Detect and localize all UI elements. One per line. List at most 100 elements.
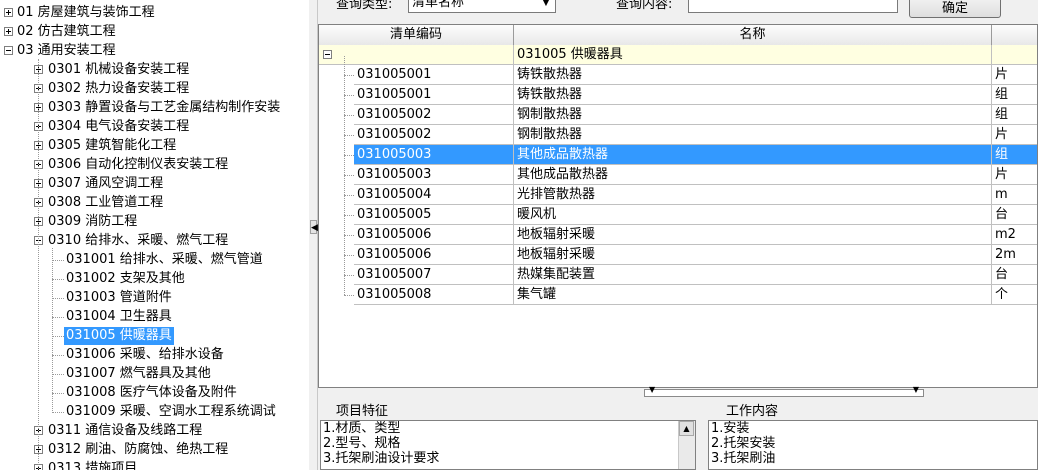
tree-connector — [52, 393, 64, 394]
confirm-button[interactable]: 确定 — [909, 0, 1001, 18]
tree-node[interactable]: 0311 通信设备及线路工程 — [0, 422, 309, 440]
chevron-left-icon[interactable]: ◀ — [310, 220, 318, 234]
row-connector — [344, 75, 354, 76]
panel-splitter[interactable]: ◀ — [309, 0, 318, 470]
tree-node[interactable]: 03 通用安装工程 — [0, 42, 309, 60]
tree-connector — [52, 248, 53, 413]
chevron-down-icon[interactable]: ▼ — [539, 0, 553, 10]
cell-unit: 片 — [992, 125, 1037, 145]
tree-connector — [52, 412, 64, 413]
row-connector — [344, 155, 354, 156]
query-content-input[interactable] — [688, 0, 898, 13]
tree-node[interactable]: 031004 卫生器具 — [0, 308, 309, 326]
grid-row[interactable]: 031005001 铸铁散热器片 — [319, 65, 1037, 85]
tree-node[interactable]: 02 仿古建筑工程 — [0, 23, 309, 41]
row-connector — [344, 295, 354, 296]
grid-row[interactable]: 031005008 集气罐个 — [319, 285, 1037, 305]
tree-node[interactable]: 0312 刷油、防腐蚀、绝热工程 — [0, 441, 309, 459]
tree-node[interactable]: 031009 采暖、空调水工程系统调试 — [0, 403, 309, 421]
tree-node[interactable]: 0307 通风空调工程 — [0, 175, 309, 193]
row-connector — [344, 135, 354, 136]
tree-node-label: 02 仿古建筑工程 — [17, 24, 116, 39]
tree-connector — [52, 298, 64, 299]
collapse-icon[interactable] — [323, 50, 332, 59]
tree-node[interactable]: 0302 热力设备安装工程 — [0, 80, 309, 98]
features-line: 2.型号、规格 — [323, 436, 401, 451]
tree-node[interactable]: 031007 燃气器具及其他 — [0, 365, 309, 383]
work-line: 3.托架刷油 — [711, 451, 776, 466]
grid-row[interactable]: 031005007 热媒集配装置台 — [319, 265, 1037, 285]
tree-node[interactable]: 0313 措施项目 — [0, 460, 309, 470]
grid-row[interactable]: 031005005 暖风机台 — [319, 205, 1037, 225]
row-connector — [344, 255, 354, 256]
cell-unit: 组 — [992, 85, 1037, 105]
row-connector — [344, 215, 354, 216]
tree-node[interactable]: 031006 采暖、给排水设备 — [0, 346, 309, 364]
tree-node[interactable]: 0310 给排水、采暖、燃气工程 — [0, 232, 309, 250]
tree-connector — [52, 260, 64, 261]
tree-node-label: 0308 工业管道工程 — [48, 195, 164, 210]
tree-node[interactable]: 0306 自动化控制仪表安装工程 — [0, 156, 309, 174]
query-type-select[interactable]: 清单名称 ▼ — [408, 0, 556, 13]
grid-row[interactable]: 031005002 钢制散热器组 — [319, 105, 1037, 125]
tree-node-label: 031005 供暖器具 — [64, 327, 174, 345]
features-line: 1.材质、类型 — [323, 421, 401, 436]
cell-unit: 2m — [992, 245, 1037, 265]
collapse-icon[interactable] — [4, 46, 13, 55]
grid-row[interactable]: 031005004 光排管散热器 m — [319, 185, 1037, 205]
tree-node-label: 0309 消防工程 — [48, 214, 138, 229]
features-line: 3.托架刷油设计要求 — [323, 451, 440, 466]
query-content-label: 查询内容: — [616, 0, 673, 12]
tree-node[interactable]: 031001 给排水、采暖、燃气管道 — [0, 251, 309, 269]
tree-node[interactable]: 01 房屋建筑与装饰工程 — [0, 4, 309, 22]
cell-name: 钢制散热器 — [514, 105, 992, 125]
header-unit[interactable] — [992, 25, 1037, 45]
expand-icon[interactable] — [4, 8, 13, 17]
features-pane[interactable]: 1.材质、类型 2.型号、规格 3.托架刷油设计要求 ▲ — [320, 420, 696, 470]
scroll-up-icon[interactable]: ▲ — [679, 421, 694, 436]
cell-name: 其他成品散热器 — [514, 165, 992, 185]
grid-row[interactable]: 031005006 地板辐射采暖 2m — [319, 245, 1037, 265]
header-code[interactable]: 清单编码 — [319, 25, 514, 45]
tree-node[interactable]: 0309 消防工程 — [0, 213, 309, 231]
work-pane[interactable]: 1.安装 2.托架安装 3.托架刷油 — [708, 420, 1038, 470]
features-scrollbar[interactable]: ▲ — [678, 421, 695, 469]
tree-node-label: 0307 通风空调工程 — [48, 176, 164, 191]
cell-unit: 台 — [992, 205, 1037, 225]
group-row[interactable]: 031005 供暖器具 — [319, 45, 1037, 65]
cell-code: 031005001 — [354, 65, 514, 85]
tree-node[interactable]: 031002 支架及其他 — [0, 270, 309, 288]
bill-grid[interactable]: 清单编码 名称 031005 供暖器具 031005001 铸铁散热器片 03100… — [318, 24, 1038, 388]
header-name[interactable]: 名称 — [514, 25, 992, 45]
tree-node-label: 0310 给排水、采暖、燃气工程 — [48, 233, 229, 248]
group-label: 031005 供暖器具 — [514, 45, 992, 65]
grid-row[interactable]: 031005006 地板辐射采暖 m2 — [319, 225, 1037, 245]
chevron-down-icon[interactable]: ▼ — [649, 385, 655, 394]
cell-name: 集气罐 — [514, 285, 992, 305]
grid-row[interactable]: 031005001 铸铁散热器组 — [319, 85, 1037, 105]
tree-connector — [52, 336, 64, 337]
right-panel: 查询类型: 清单名称 ▼ 查询内容: 确定 清单编码 名称 031005 供暖器… — [318, 0, 1038, 470]
cell-name: 铸铁散热器 — [514, 85, 992, 105]
tree-node[interactable]: 031008 医疗气体设备及附件 — [0, 384, 309, 402]
tree-node[interactable]: 0305 建筑智能化工程 — [0, 137, 309, 155]
group-unit — [992, 45, 1037, 65]
grid-row[interactable]: 031005002 钢制散热器片 — [319, 125, 1037, 145]
cell-name: 铸铁散热器 — [514, 65, 992, 85]
chevron-down-icon[interactable]: ▼ — [913, 385, 919, 394]
detail-collapse-bar[interactable]: ▼ ▼ — [644, 385, 924, 397]
grid-row[interactable]: 031005003 其他成品散热器片 — [319, 165, 1037, 185]
tree-node[interactable]: 0304 电气设备安装工程 — [0, 118, 309, 136]
expand-icon[interactable] — [4, 27, 13, 36]
tree-node[interactable]: 031003 管道附件 — [0, 289, 309, 307]
tree-node[interactable]: 0308 工业管道工程 — [0, 194, 309, 212]
query-type-value: 清单名称 — [412, 0, 465, 10]
grid-row[interactable]: 031005003 其他成品散热器组 — [319, 145, 1037, 165]
tree-node[interactable]: 0301 机械设备安装工程 — [0, 61, 309, 79]
tree-node[interactable]: 031005 供暖器具 — [0, 327, 309, 345]
tree-node[interactable]: 0303 静置设备与工艺金属结构制作安装 — [0, 99, 309, 117]
cell-code: 031005003 — [354, 165, 514, 185]
row-connector — [344, 56, 345, 295]
cell-unit: 台 — [992, 265, 1037, 285]
category-tree[interactable]: 01 房屋建筑与装饰工程 02 仿古建筑工程 03 通用安装工程 0301 机械设备安… — [0, 0, 310, 470]
